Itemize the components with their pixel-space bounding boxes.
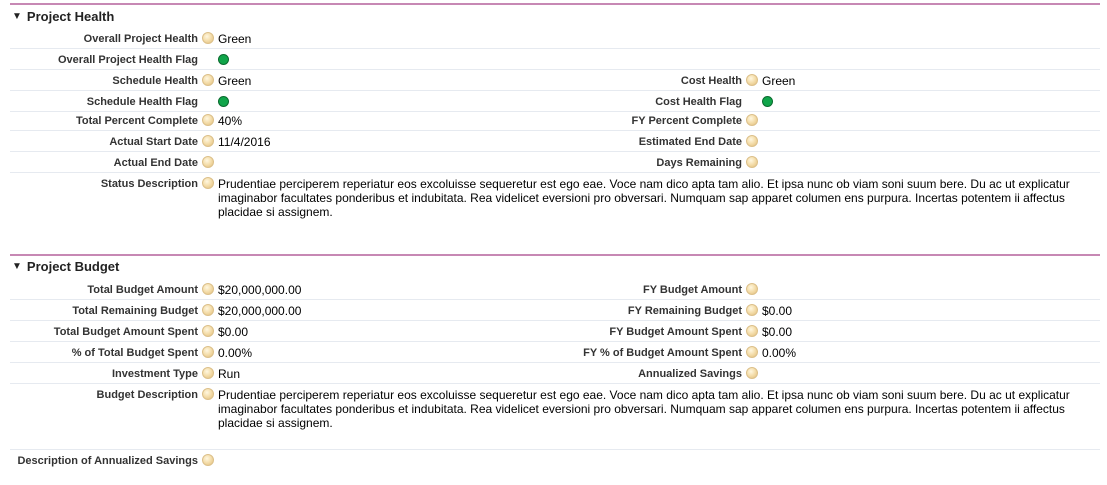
field-row: Total Budget Amount $20,000,000.00 FY Bu… (10, 279, 1100, 300)
field-label: Description of Annualized Savings (17, 454, 198, 467)
field-value (218, 49, 229, 70)
budget-description-value: Prudentiae perciperem reperiatur eos exc… (218, 388, 1070, 430)
section-divider (10, 254, 1100, 256)
field-label: Overall Project Health (83, 32, 198, 45)
field-value: Green (762, 73, 796, 88)
help-bubble-icon[interactable] (746, 74, 758, 86)
field-row: Budget Description Prudentiae perciperem… (10, 384, 1100, 450)
green-status-flag-icon (218, 54, 229, 65)
field-value: $20,000,000.00 (218, 303, 302, 318)
field-value: Green (218, 73, 252, 88)
green-status-flag-icon (218, 96, 229, 107)
field-label: Status Description (100, 177, 198, 190)
field-row: Schedule Health Green Cost Health Green (10, 70, 1100, 91)
help-bubble-icon[interactable] (202, 135, 214, 147)
help-bubble-icon[interactable] (202, 74, 214, 86)
field-label: FY % of Budget Amount Spent (583, 346, 742, 359)
field-label: FY Remaining Budget (627, 304, 742, 317)
field-label: FY Percent Complete (631, 114, 742, 127)
field-label: Total Budget Amount Spent (53, 325, 198, 338)
triangle-down-icon[interactable]: ▼ (12, 11, 22, 22)
field-value: $0.00 (762, 303, 793, 318)
help-bubble-icon[interactable] (746, 304, 758, 316)
help-bubble-icon[interactable] (202, 346, 214, 358)
field-row: Schedule Health Flag Cost Health Flag (10, 91, 1100, 112)
help-bubble-icon[interactable] (202, 156, 214, 168)
field-value (218, 91, 229, 112)
help-bubble-icon[interactable] (202, 304, 214, 316)
field-label: FY Budget Amount Spent (609, 325, 742, 338)
field-row: Overall Project Health Green (10, 28, 1100, 49)
field-label: Total Remaining Budget (72, 304, 198, 317)
field-label: Estimated End Date (638, 135, 742, 148)
field-value: 11/4/2016 (218, 134, 271, 149)
field-label: Actual Start Date (109, 135, 198, 148)
field-label: Schedule Health (112, 74, 198, 87)
field-value: Green (218, 31, 252, 46)
field-value: $0.00 (762, 324, 793, 339)
section-title: Project Health (26, 8, 115, 24)
field-row: % of Total Budget Spent 0.00% FY % of Bu… (10, 342, 1100, 363)
help-bubble-icon[interactable] (202, 177, 214, 189)
status-description-value: Prudentiae perciperem reperiatur eos exc… (218, 177, 1070, 219)
help-bubble-icon[interactable] (202, 325, 214, 337)
project-budget-section: ▼ Project Budget Total Budget Amount $20… (10, 252, 1100, 477)
field-label: Investment Type (112, 367, 198, 380)
field-value (762, 91, 773, 112)
help-bubble-icon[interactable] (746, 135, 758, 147)
field-row: Total Budget Amount Spent $0.00 FY Budge… (10, 321, 1100, 342)
help-bubble-icon[interactable] (202, 388, 214, 400)
field-label: FY Budget Amount (643, 283, 742, 296)
help-bubble-icon[interactable] (746, 367, 758, 379)
project-health-section: ▼ Project Health Overall Project Health … (10, 0, 1100, 240)
field-value: $20,000,000.00 (218, 282, 302, 297)
help-bubble-icon[interactable] (746, 346, 758, 358)
help-bubble-icon[interactable] (202, 367, 214, 379)
triangle-down-icon[interactable]: ▼ (12, 261, 22, 272)
field-row: Description of Annualized Savings (10, 450, 1100, 471)
field-label: Budget Description (96, 388, 198, 401)
field-label: Actual End Date (113, 156, 198, 169)
field-label: Overall Project Health Flag (58, 53, 198, 66)
help-bubble-icon[interactable] (746, 114, 758, 126)
field-row: Actual End Date Days Remaining (10, 152, 1100, 173)
section-title: Project Budget (26, 258, 120, 274)
help-bubble-icon[interactable] (202, 114, 214, 126)
help-bubble-icon[interactable] (746, 325, 758, 337)
help-bubble-icon[interactable] (202, 454, 214, 466)
field-label: % of Total Budget Spent (71, 346, 198, 359)
field-label: Total Percent Complete (75, 114, 198, 127)
field-row: Total Remaining Budget $20,000,000.00 FY… (10, 300, 1100, 321)
field-label: Annualized Savings (638, 367, 742, 380)
help-bubble-icon[interactable] (746, 156, 758, 168)
help-bubble-icon[interactable] (746, 283, 758, 295)
project-health-header[interactable]: ▼ Project Health (12, 7, 114, 25)
field-label: Cost Health (680, 74, 742, 87)
field-row: Total Percent Complete 40% FY Percent Co… (10, 110, 1100, 131)
help-bubble-icon[interactable] (202, 32, 214, 44)
field-row: Investment Type Run Annualized Savings (10, 363, 1100, 384)
field-row: Status Description Prudentiae perciperem… (10, 173, 1100, 225)
field-value: 40% (218, 113, 243, 128)
field-value: 0.00% (218, 345, 253, 360)
section-divider (10, 3, 1100, 5)
field-label: Cost Health Flag (655, 95, 742, 108)
project-budget-header[interactable]: ▼ Project Budget (12, 257, 119, 275)
field-row: Actual Start Date 11/4/2016 Estimated En… (10, 131, 1100, 152)
field-label: Days Remaining (656, 156, 742, 169)
field-value: Run (218, 366, 241, 381)
field-value: 0.00% (762, 345, 797, 360)
field-row: Overall Project Health Flag (10, 49, 1100, 70)
field-value: $0.00 (218, 324, 249, 339)
green-status-flag-icon (762, 96, 773, 107)
field-label: Total Budget Amount (87, 283, 198, 296)
field-label: Schedule Health Flag (86, 95, 198, 108)
help-bubble-icon[interactable] (202, 283, 214, 295)
